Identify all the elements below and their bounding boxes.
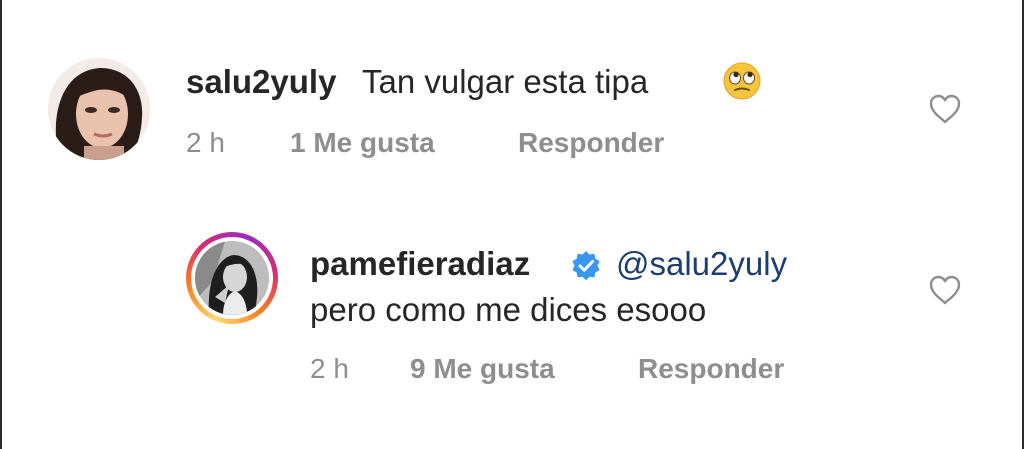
- reply-comment-item: pamefieradiaz @salu2yuly pero como me di…: [186, 232, 976, 402]
- heart-outline-icon[interactable]: [928, 274, 962, 306]
- comment-time: 2 h: [186, 127, 225, 158]
- rolling-eyes-emoji-icon: [722, 61, 762, 101]
- comment-time: 2 h: [310, 353, 349, 384]
- avatar[interactable]: [48, 58, 150, 160]
- mention-link[interactable]: @salu2yuly: [616, 244, 787, 284]
- comment-text: Tan vulgar esta tipa: [362, 63, 649, 100]
- verified-badge-icon: [570, 250, 602, 282]
- avatar[interactable]: [195, 241, 269, 315]
- comment-username[interactable]: pamefieradiaz: [310, 244, 530, 284]
- comment-username[interactable]: salu2yuly: [186, 62, 336, 102]
- reply-button[interactable]: Responder: [638, 352, 784, 386]
- comment-likes[interactable]: 9 Me gusta: [410, 352, 555, 386]
- comment-item: salu2yuly Tan vulgar esta tipa 2 h 1 Me …: [48, 58, 978, 178]
- avatar-photo: [48, 58, 150, 160]
- comment-text: pero como me dices esooo: [310, 291, 707, 328]
- screen-edge-left: [0, 0, 2, 449]
- comment-likes[interactable]: 1 Me gusta: [290, 126, 435, 160]
- reply-button[interactable]: Responder: [518, 126, 664, 160]
- heart-outline-icon[interactable]: [928, 93, 962, 125]
- avatar-photo: [195, 241, 269, 315]
